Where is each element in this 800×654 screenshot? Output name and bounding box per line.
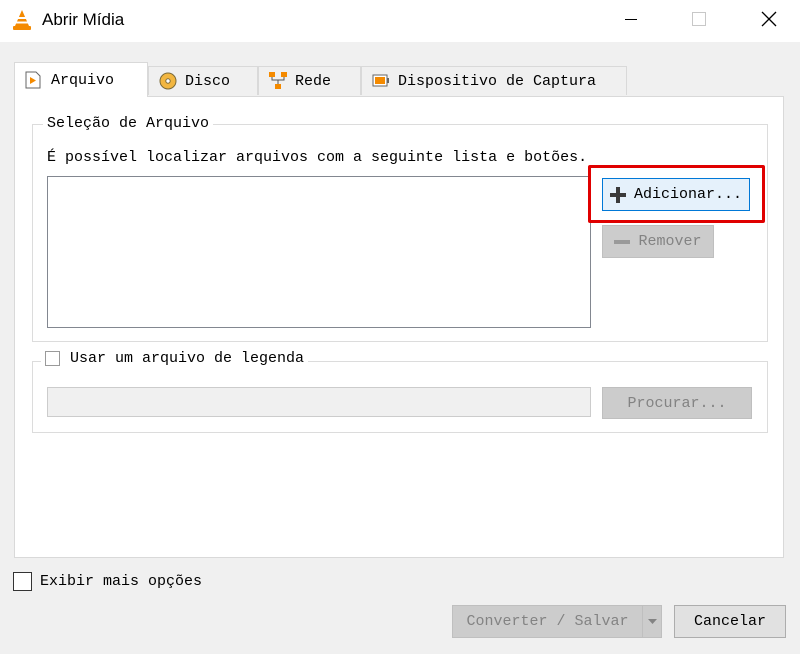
browse-button-label: Procurar... xyxy=(627,394,727,412)
close-button[interactable] xyxy=(746,0,792,42)
chevron-down-icon xyxy=(647,613,657,630)
group-title: Seleção de Arquivo xyxy=(43,115,214,132)
minimize-button[interactable] xyxy=(608,0,654,42)
plus-icon xyxy=(609,186,626,203)
maximize-button[interactable] xyxy=(676,0,722,42)
add-button[interactable]: Adicionar... xyxy=(602,178,750,211)
title-bar: Abrir Mídia xyxy=(0,0,800,42)
file-list[interactable] xyxy=(47,176,591,328)
window-title: Abrir Mídia xyxy=(42,10,125,29)
tab-label: Dispositivo de Captura xyxy=(398,72,597,90)
tab-disco[interactable]: Disco xyxy=(148,66,258,95)
more-options-row[interactable]: Exibir mais opções xyxy=(13,572,202,591)
convert-save-button[interactable]: Converter / Salvar xyxy=(452,605,662,638)
file-selection-description: É possível localizar arquivos com a segu… xyxy=(47,149,588,166)
disc-icon xyxy=(159,72,177,90)
minus-icon xyxy=(614,239,631,244)
subtitle-group: Usar um arquivo de legenda Procurar... xyxy=(32,350,768,433)
convert-save-label: Converter / Salvar xyxy=(466,613,629,630)
subtitle-checkbox[interactable] xyxy=(45,351,60,366)
minimize-icon xyxy=(624,12,638,31)
tab-panel-arquivo: Seleção de Arquivo É possível localizar … xyxy=(14,96,784,558)
vlc-cone-icon xyxy=(12,9,32,31)
file-play-icon xyxy=(25,71,43,89)
maximize-icon xyxy=(692,11,706,31)
close-icon xyxy=(761,11,777,32)
tab-arquivo[interactable]: Arquivo xyxy=(14,62,148,97)
browse-button[interactable]: Procurar... xyxy=(602,387,752,419)
capture-device-icon xyxy=(372,72,390,90)
tab-label: Arquivo xyxy=(51,71,115,89)
tab-rede[interactable]: Rede xyxy=(258,66,361,95)
convert-dropdown-arrow[interactable] xyxy=(643,606,661,637)
cancel-button-label: Cancelar xyxy=(693,613,766,630)
remove-button-label: Remover xyxy=(638,233,702,250)
more-options-label: Exibir mais opções xyxy=(40,573,203,590)
network-icon xyxy=(269,72,287,90)
convert-save-main[interactable]: Converter / Salvar xyxy=(453,606,642,637)
file-selection-group: Seleção de Arquivo É possível localizar … xyxy=(32,115,768,342)
subtitle-checkbox-label: Usar um arquivo de legenda xyxy=(70,350,305,367)
more-options-checkbox[interactable] xyxy=(13,572,32,591)
tab-label: Rede xyxy=(295,72,332,90)
tab-dispositivo-de-captura[interactable]: Dispositivo de Captura xyxy=(361,66,627,95)
tab-label: Disco xyxy=(185,72,231,90)
cancel-button[interactable]: Cancelar xyxy=(674,605,786,638)
subtitle-path-input[interactable] xyxy=(47,387,591,417)
remove-button[interactable]: Remover xyxy=(602,225,714,258)
subtitle-checkbox-row[interactable]: Usar um arquivo de legenda xyxy=(41,350,309,367)
add-button-label: Adicionar... xyxy=(633,186,743,203)
